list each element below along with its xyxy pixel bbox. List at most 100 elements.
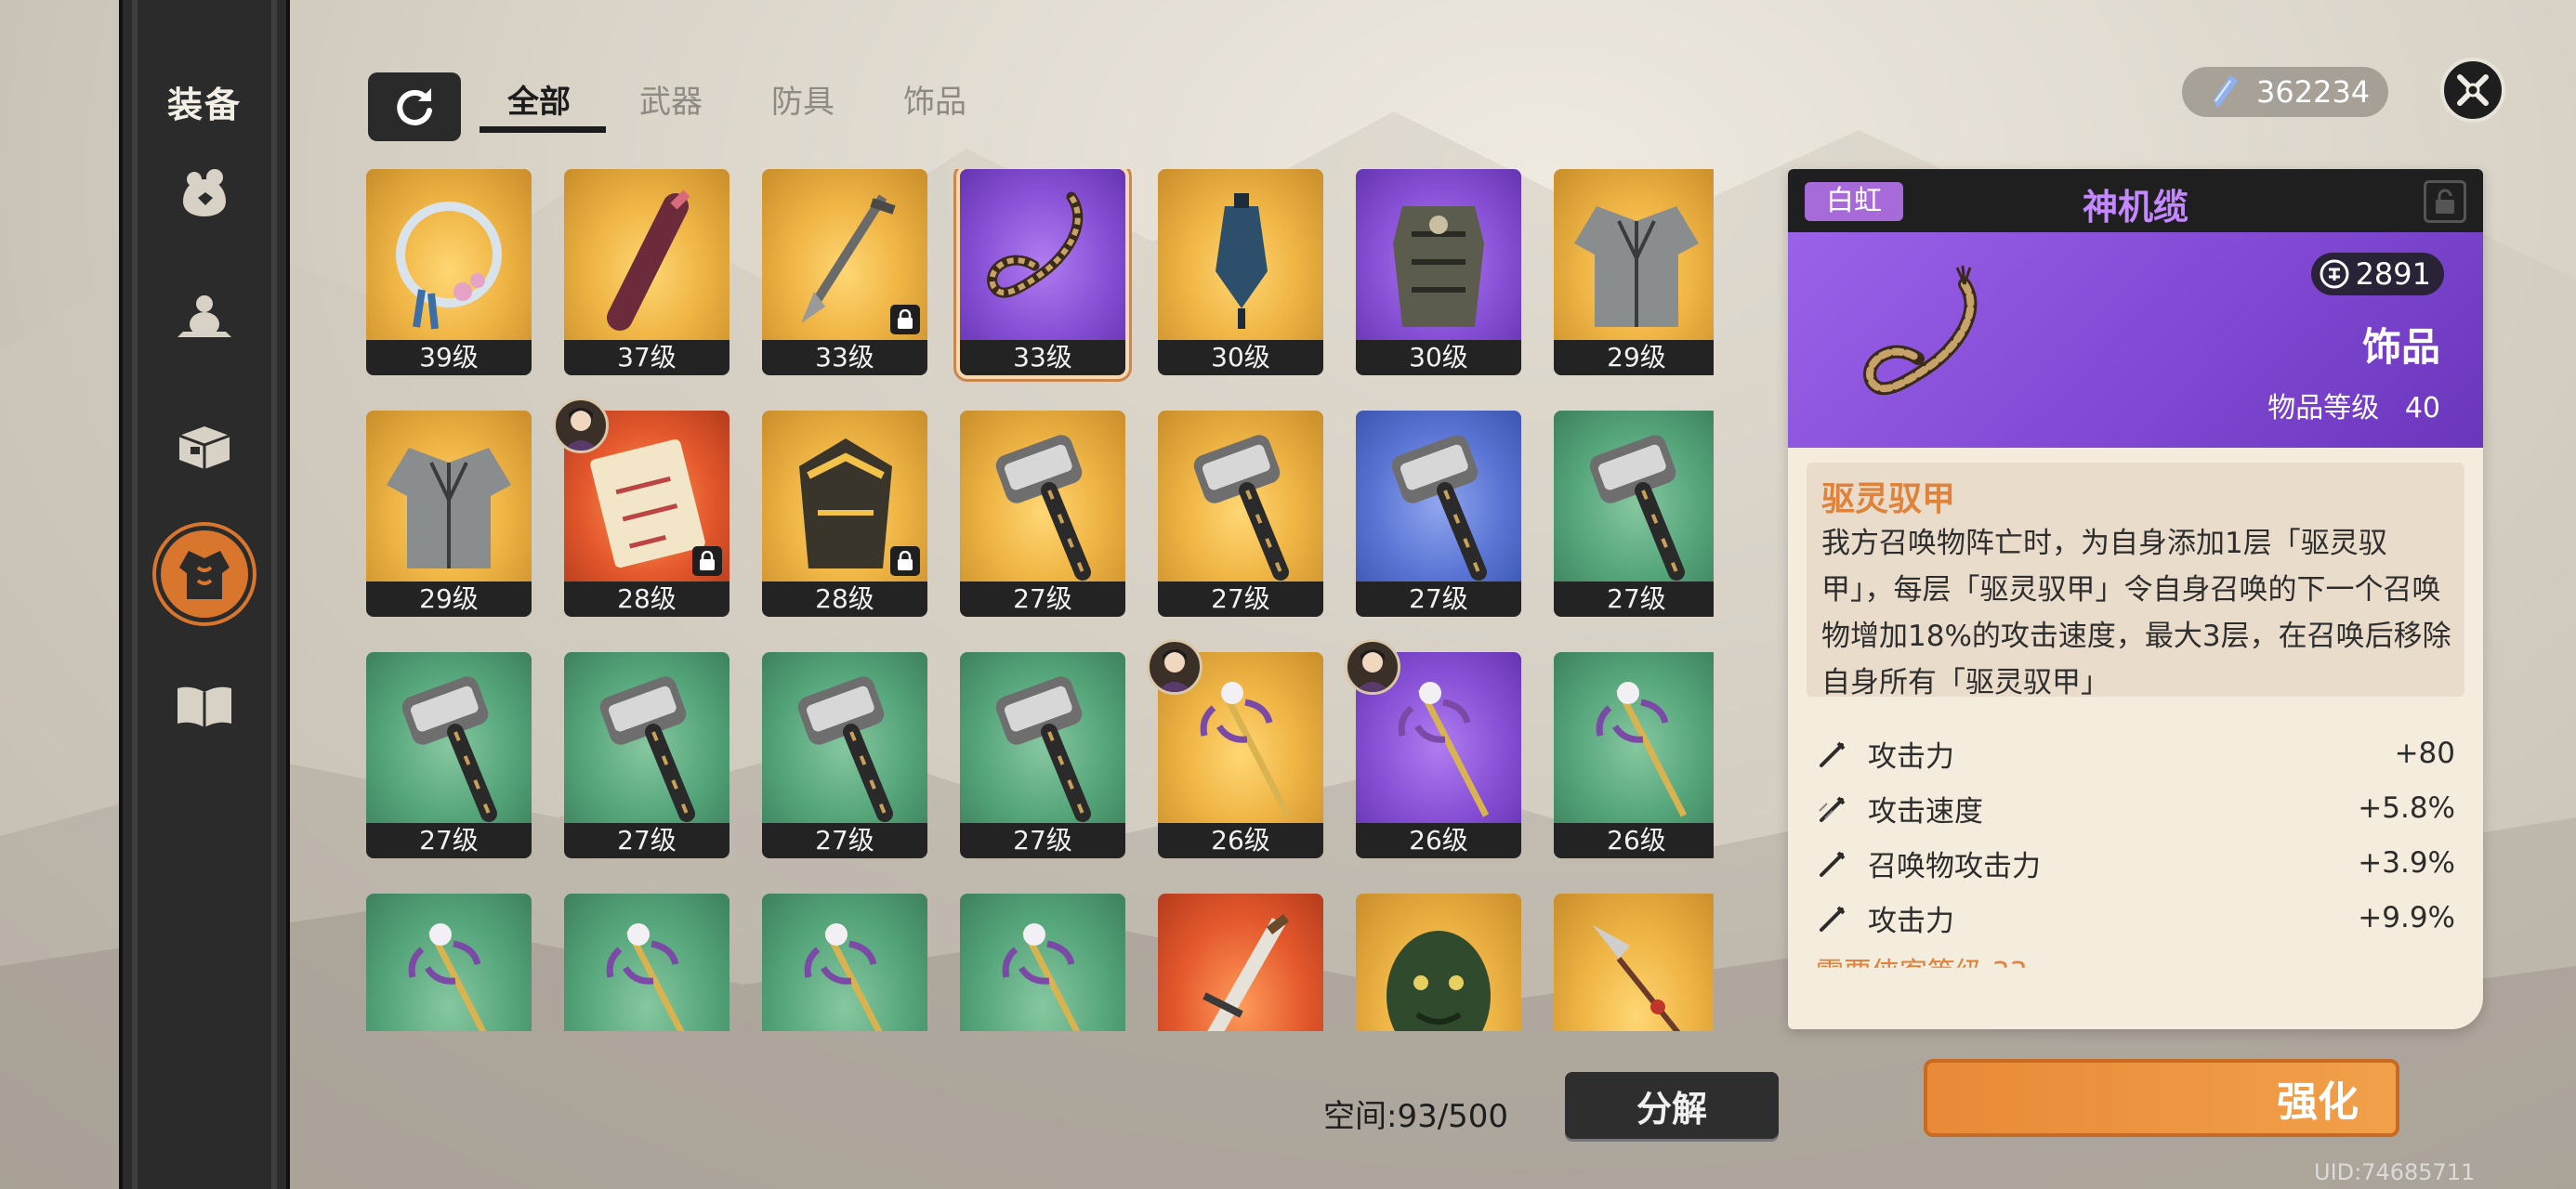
item-art: [1554, 894, 1714, 1031]
item-card[interactable]: 30级: [1158, 169, 1323, 375]
item-art: [1554, 411, 1714, 581]
item-level-value: 40: [2404, 392, 2440, 425]
swift-sword-icon: [1816, 792, 1849, 826]
item-card[interactable]: [1554, 894, 1714, 1031]
user-id: UID:74685711: [2314, 1159, 2476, 1185]
item-level-label: 29级: [1554, 340, 1714, 375]
stat-row: 攻击力 +80: [1816, 730, 2455, 777]
item-art: [960, 652, 1125, 823]
lock-icon: [2436, 189, 2454, 214]
item-art: [1554, 652, 1714, 823]
gourd-icon: [177, 295, 231, 337]
sidebar-item-bag[interactable]: [167, 156, 242, 230]
item-card[interactable]: 26级: [1554, 652, 1714, 858]
rope-item-image: [1863, 265, 1978, 396]
item-level-label: 27级: [960, 581, 1125, 617]
item-card[interactable]: 27级: [960, 411, 1125, 617]
item-art: [1158, 894, 1323, 1031]
item-card[interactable]: [564, 894, 729, 1031]
upgrade-button[interactable]: 强化: [1924, 1059, 2399, 1137]
item-card[interactable]: 27级: [960, 652, 1125, 858]
item-art: [762, 894, 927, 1031]
item-card[interactable]: 27级: [366, 652, 532, 858]
item-art: [1554, 169, 1714, 340]
inventory-capacity: 空间:93/500: [1323, 1098, 1509, 1135]
item-level-label: 27级: [762, 823, 927, 858]
item-card[interactable]: 27级: [1158, 411, 1323, 617]
item-card[interactable]: [366, 894, 532, 1031]
item-art: [1356, 894, 1521, 1031]
item-card[interactable]: 29级: [366, 411, 532, 617]
tab-armor[interactable]: 防具: [771, 76, 835, 122]
stat-value: +9.9%: [2358, 901, 2455, 934]
item-category: 饰品: [2361, 324, 2440, 370]
gear-score-value: 2891: [2355, 256, 2431, 292]
lock-icon: [692, 546, 722, 576]
item-level-label: 27级: [1554, 581, 1714, 617]
item-level-label: 27级: [960, 823, 1125, 858]
item-art: [366, 411, 532, 581]
item-card[interactable]: [1356, 894, 1521, 1031]
upgrade-label: 强化: [2277, 1078, 2359, 1126]
sword-icon: [1816, 847, 1849, 881]
item-art: [1158, 411, 1323, 581]
crystal-feather-icon: [2214, 75, 2238, 109]
gear-score: 2891: [2310, 253, 2444, 295]
item-art: [366, 652, 532, 823]
stat-value: +80: [2394, 737, 2455, 770]
item-card[interactable]: 27级: [1554, 411, 1714, 617]
item-art: [366, 894, 532, 1031]
item-card[interactable]: [960, 894, 1125, 1031]
item-card[interactable]: 33级: [762, 169, 927, 375]
tab-all[interactable]: 全部: [507, 76, 571, 122]
item-level-label: 26级: [1158, 823, 1323, 858]
stat-name: 攻击力: [1868, 739, 1954, 774]
sidebar-item-gourd[interactable]: [167, 279, 242, 353]
item-level-label: 37级: [564, 340, 729, 375]
sidebar-item-chest[interactable]: [167, 409, 242, 483]
item-card[interactable]: 27级: [1356, 411, 1521, 617]
item-level-label: 33级: [762, 340, 927, 375]
item-card[interactable]: 27级: [762, 652, 927, 858]
item-card[interactable]: 37级: [564, 169, 729, 375]
book-icon: [177, 686, 231, 727]
sidebar-item-book[interactable]: [167, 667, 242, 741]
item-level-line: 物品等级 40: [2267, 385, 2440, 425]
item-card[interactable]: 33级: [960, 169, 1125, 375]
dismantle-button[interactable]: 分解: [1565, 1072, 1779, 1139]
item-grid: 39级 37级 33级 33级 30级 30级 29级 29级 28级 28级 27级 27级 27级 2…: [366, 169, 1714, 1031]
close-icon: [2457, 74, 2489, 106]
sidebar-item-equipment[interactable]: [156, 526, 253, 622]
refresh-button[interactable]: [368, 72, 461, 141]
item-card[interactable]: [762, 894, 927, 1031]
item-name: 神机缆: [2082, 187, 2188, 228]
skill-description: 我方召唤物阵亡时，为自身添加1层「驱灵驭甲」，每层「驱灵驭甲」令自身召唤的下一个…: [1821, 527, 2451, 699]
item-card[interactable]: 29级: [1554, 169, 1714, 375]
tab-active-underline: [480, 126, 606, 133]
equipment-robe-icon: [179, 551, 230, 599]
item-card[interactable]: [1158, 894, 1323, 1031]
sidebar-title: 装备: [166, 85, 242, 125]
sword-icon: [1816, 902, 1849, 935]
item-art: [1356, 169, 1521, 340]
item-level-label: 29级: [366, 581, 532, 617]
item-level-label: 27级: [1158, 581, 1323, 617]
stat-name: 攻击力: [1868, 904, 1954, 938]
tab-accessories[interactable]: 饰品: [903, 76, 966, 122]
close-button[interactable]: [2440, 58, 2505, 123]
item-card[interactable]: 28级: [762, 411, 927, 617]
item-level-label: 39级: [366, 340, 532, 375]
item-detail-panel: 白虹 神机缆 2891 饰品 物品等级 40 驱灵驭甲 我方召唤物阵亡时，为自身…: [1788, 169, 2483, 1029]
item-card[interactable]: 39级: [366, 169, 532, 375]
stat-value: +5.8%: [2358, 791, 2455, 825]
currency-value: 362234: [2256, 74, 2371, 110]
currency-display: 362234: [2182, 67, 2388, 117]
chest-icon: [178, 426, 230, 469]
lock-toggle-button[interactable]: [2424, 180, 2466, 223]
lock-icon: [890, 546, 920, 576]
tab-weapons[interactable]: 武器: [639, 76, 703, 122]
item-art: [762, 652, 927, 823]
item-card[interactable]: 27级: [564, 652, 729, 858]
item-card[interactable]: 30级: [1356, 169, 1521, 375]
hero-avatar: [1345, 639, 1400, 695]
